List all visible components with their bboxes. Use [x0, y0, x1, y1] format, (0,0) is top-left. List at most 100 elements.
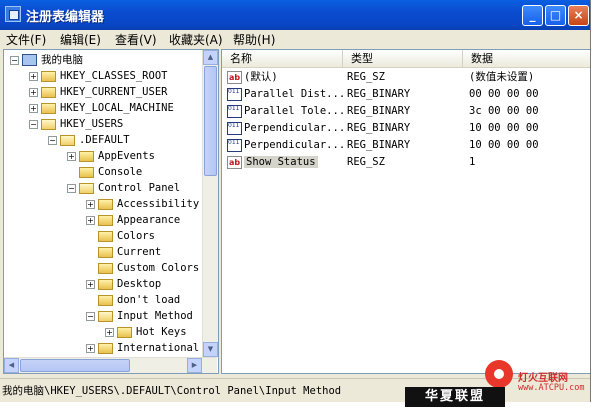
- tree-item-label: Console: [98, 166, 143, 178]
- minimize-button[interactable]: _: [522, 5, 543, 26]
- tree-item[interactable]: + HKEY_CURRENT_USER: [29, 84, 167, 100]
- tree-item-label: 我的电脑: [41, 54, 83, 66]
- scroll-left-arrow[interactable]: ◀: [4, 358, 19, 373]
- tree-item[interactable]: + International: [86, 340, 199, 356]
- value-name: (默认): [244, 71, 278, 83]
- folder-icon: [98, 230, 113, 242]
- scroll-right-arrow[interactable]: ▶: [187, 358, 202, 373]
- tree-item-label: Appearance: [117, 214, 181, 226]
- tree-item-label: Control Panel: [98, 182, 181, 194]
- menu-view[interactable]: 查看(V): [115, 31, 157, 48]
- binary-value-icon: 011 110: [227, 87, 242, 101]
- value-type: REG_BINARY: [347, 88, 411, 100]
- tree-item[interactable]: Colors: [86, 228, 155, 244]
- value-name: Perpendicular...: [244, 139, 346, 151]
- value-name-cell: 011 110Perpendicular...: [227, 137, 345, 154]
- folder-icon: [98, 342, 113, 354]
- tree-item[interactable]: Console: [67, 164, 142, 180]
- column-header-data[interactable]: 数据: [463, 50, 590, 67]
- expand-toggle[interactable]: +: [29, 71, 38, 81]
- tree-item[interactable]: − Input Method: [86, 308, 193, 324]
- tree-item-label: Colors: [117, 230, 155, 242]
- binary-value-icon: 011 110: [227, 121, 242, 135]
- menu-file[interactable]: 文件(F): [6, 31, 46, 48]
- tree-item-label: Current: [117, 246, 162, 258]
- column-header-type[interactable]: 类型: [343, 50, 463, 67]
- string-value-icon: ab: [227, 70, 242, 84]
- value-name: Show Status: [244, 156, 318, 168]
- tree-vertical-scrollbar[interactable]: ▲ ▼: [202, 50, 218, 357]
- tree-item[interactable]: − HKEY_USERS: [29, 116, 123, 132]
- value-data: 00 00 00 00: [469, 88, 539, 100]
- scroll-up-arrow[interactable]: ▲: [203, 50, 218, 65]
- tree-item-label: International: [117, 342, 200, 354]
- tree-item-label: Hot Keys: [136, 326, 187, 338]
- tree-item[interactable]: + HKEY_LOCAL_MACHINE: [29, 100, 174, 116]
- expand-toggle[interactable]: +: [67, 151, 76, 161]
- collapse-toggle[interactable]: −: [10, 55, 19, 65]
- tree-item[interactable]: Current: [86, 244, 161, 260]
- tree-item-label: Custom Colors: [117, 262, 200, 274]
- tree-item[interactable]: − Control Panel: [67, 180, 180, 196]
- scroll-thumb[interactable]: [204, 66, 217, 176]
- tree-item-label: Desktop: [117, 278, 162, 290]
- window-title: 注册表编辑器: [26, 10, 105, 25]
- tree-item[interactable]: + Accessibility: [86, 196, 199, 212]
- tree-item[interactable]: + AppEvents: [67, 148, 155, 164]
- value-type: REG_BINARY: [347, 122, 411, 134]
- value-name-cell: ab (默认): [227, 69, 278, 86]
- tree-item[interactable]: don't load: [86, 292, 180, 308]
- collapse-toggle[interactable]: −: [86, 311, 95, 321]
- tree-item[interactable]: + Appearance: [86, 212, 180, 228]
- watermark-logo-icon: [485, 360, 513, 388]
- expand-toggle[interactable]: +: [86, 199, 95, 209]
- open-folder-icon: [98, 310, 113, 322]
- tree-item[interactable]: + Hot Keys: [105, 324, 187, 340]
- watermark-url: www.ATCPU.com: [518, 383, 585, 393]
- folder-icon: [41, 86, 56, 98]
- expand-toggle[interactable]: +: [29, 103, 38, 113]
- folder-icon: [98, 294, 113, 306]
- column-header-name[interactable]: 名称: [222, 50, 343, 67]
- title-bar[interactable]: 注册表编辑器 _ □ ×: [0, 0, 590, 30]
- binary-value-icon: 011 110: [227, 104, 242, 118]
- tree-item-my-computer[interactable]: − 我的电脑: [10, 52, 83, 68]
- list-row[interactable]: 011 110Perpendicular...REG_BINARY 10 00 0…: [222, 120, 590, 137]
- expand-toggle[interactable]: +: [105, 327, 114, 337]
- open-folder-icon: [60, 134, 75, 146]
- registry-tree-pane[interactable]: − 我的电脑 + HKEY_CLASSES_ROOT + HKEY_CURRENT_US…: [3, 49, 219, 374]
- tree-item[interactable]: Custom Colors: [86, 260, 199, 276]
- list-row[interactable]: 011 110Parallel Tole...REG_BINARY 3c 00 0…: [222, 103, 590, 120]
- collapse-toggle[interactable]: −: [67, 183, 76, 193]
- value-type: REG_SZ: [347, 156, 385, 168]
- computer-icon: [22, 54, 37, 66]
- expand-toggle[interactable]: +: [86, 215, 95, 225]
- menu-edit[interactable]: 编辑(E): [60, 31, 101, 48]
- tree-item[interactable]: + Desktop: [86, 276, 161, 292]
- list-row[interactable]: ab (默认) REG_SZ (数值未设置): [222, 69, 590, 86]
- tree-horizontal-scrollbar[interactable]: ◀ ▶: [4, 357, 217, 373]
- expand-toggle[interactable]: +: [86, 279, 95, 289]
- expand-toggle[interactable]: +: [86, 343, 95, 353]
- value-data: 10 00 00 00: [469, 139, 539, 151]
- tree-item-label: HKEY_CURRENT_USER: [60, 86, 168, 98]
- scroll-down-arrow[interactable]: ▼: [203, 342, 218, 357]
- tree-item[interactable]: + HKEY_CLASSES_ROOT: [29, 68, 167, 84]
- menu-help[interactable]: 帮助(H): [233, 31, 275, 48]
- collapse-toggle[interactable]: −: [48, 135, 57, 145]
- value-data: 1: [469, 156, 476, 168]
- tree-item-label: Input Method: [117, 310, 193, 322]
- expand-toggle[interactable]: +: [29, 87, 38, 97]
- values-list-pane[interactable]: 名称 类型 数据 ab(默认)REG_SZ(数值未设置)011 110Paral…: [221, 49, 590, 374]
- value-type: REG_SZ: [347, 71, 385, 83]
- maximize-button[interactable]: □: [545, 5, 566, 26]
- close-button[interactable]: ×: [568, 5, 589, 26]
- menu-favorites[interactable]: 收藏夹(A): [169, 31, 223, 48]
- collapse-toggle[interactable]: −: [29, 119, 38, 129]
- list-row[interactable]: 011 110Parallel Dist...REG_BINARY 00 00 0…: [222, 86, 590, 103]
- scroll-thumb[interactable]: [20, 359, 130, 372]
- tree-item[interactable]: − .DEFAULT: [48, 132, 130, 148]
- list-row[interactable]: 011 110Perpendicular...REG_BINARY 10 00 0…: [222, 137, 590, 154]
- list-row[interactable]: ab Show Status REG_SZ 1: [222, 154, 590, 171]
- folder-icon: [98, 246, 113, 258]
